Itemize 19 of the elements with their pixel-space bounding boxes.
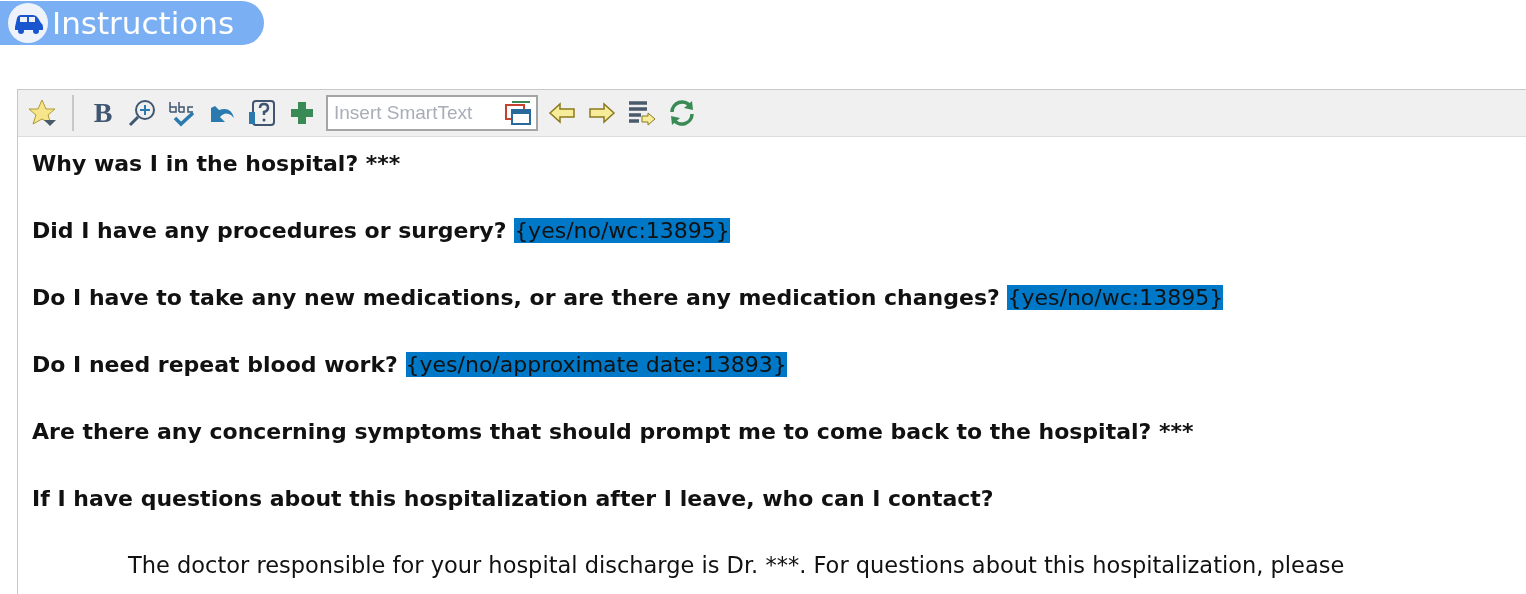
question-text: Why was I in the hospital? *** [32, 150, 402, 178]
question-text: Do I need repeat blood work? {yes/no/approximate date:13893} [32, 351, 788, 379]
bold-button[interactable]: B [88, 97, 118, 129]
text-editor[interactable] [17, 89, 1526, 594]
smartlink-field[interactable]: {yes/no/wc:13895} [514, 218, 730, 243]
car-icon [8, 3, 48, 43]
smarttext-field[interactable]: Insert SmartText [326, 95, 538, 131]
section-title: Instructions [52, 5, 235, 41]
question-text: If I have questions about this hospitalization after I leave, who can I contact? [32, 485, 995, 513]
help-icon[interactable] [246, 97, 278, 129]
question-text: Do I have to take any new medications, or are there any medication changes? {yes/no/wc:13895} [32, 284, 1225, 312]
star-icon[interactable] [26, 97, 58, 129]
smartlink-field[interactable]: {yes/no/approximate date:13893} [405, 352, 787, 377]
body-text: The doctor responsible for your hospital discharge is Dr. ***. For questions about this hospitalization, please [127, 551, 1346, 580]
smartlink-field[interactable]: {yes/no/wc:13895} [1007, 285, 1224, 310]
windows-icon[interactable] [504, 100, 532, 126]
question-text: Did I have any procedures or surgery? {yes/no/wc:13895} [32, 217, 731, 245]
zoom-in-icon[interactable] [126, 97, 158, 129]
question-text: Are there any concerning symptoms that should prompt me to come back to the hospital? *** [32, 418, 1195, 446]
